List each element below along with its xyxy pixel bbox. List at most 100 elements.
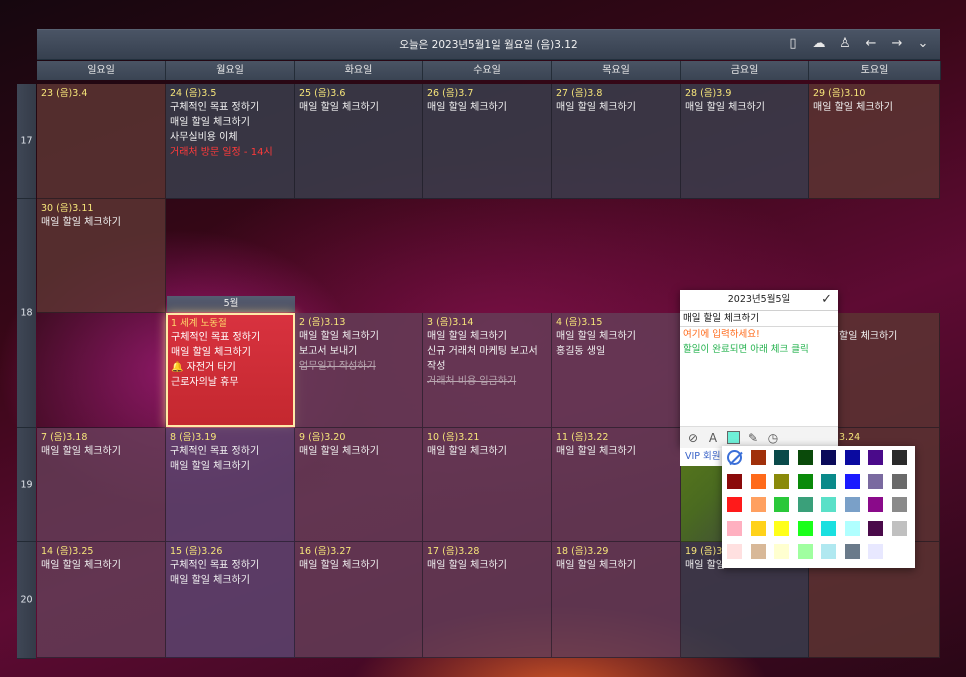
color-swatch[interactable] [868, 520, 883, 536]
event-item[interactable]: 할일 체크하기 [839, 329, 935, 344]
day-cell[interactable]: 8 (음)3.19 구체적인 목표 정하기 매일 할일 체크하기 [166, 428, 295, 542]
color-swatch[interactable] [774, 544, 789, 559]
event-item[interactable]: 거래처 비용 입금하기 [427, 374, 547, 389]
day-cell[interactable]: 30 (음)3.11 매일 할일 체크하기 [37, 199, 166, 313]
day-cell[interactable]: 25 (음)3.6 매일 할일 체크하기 [295, 84, 423, 199]
color-swatch[interactable] [844, 544, 860, 559]
event-item[interactable]: 매일 할일 체크하기 [41, 215, 161, 230]
event-item[interactable]: 근로자의날 휴무 [171, 375, 290, 390]
day-cell[interactable]: 24 (음)3.5 구체적인 목표 정하기 매일 할일 체크하기 사무실비용 이… [166, 84, 295, 199]
event-item[interactable]: 매일 할일 체크하기 [427, 329, 547, 344]
day-cell[interactable]: 28 (음)3.9 매일 할일 체크하기 [681, 84, 809, 199]
color-swatch[interactable] [821, 450, 836, 465]
color-swatch[interactable] [821, 497, 836, 512]
event-item[interactable]: 매일 할일 체크하기 [170, 115, 290, 130]
color-swatch[interactable] [750, 544, 766, 559]
day-cell[interactable]: 17 (음)3.28 매일 할일 체크하기 [423, 542, 552, 658]
color-swatch[interactable] [891, 497, 907, 512]
event-item[interactable]: 매일 할일 체크하기 [813, 100, 935, 115]
day-cell[interactable]: 16 (음)3.27 매일 할일 체크하기 [295, 542, 423, 658]
event-item[interactable]: 🔔 자전거 타기 [171, 360, 290, 375]
color-swatch[interactable] [891, 450, 907, 465]
event-item[interactable]: 구체적인 목표 정하기 [170, 558, 290, 573]
event-item[interactable]: 매일 할일 체크하기 [685, 100, 804, 115]
event-item[interactable]: 매일 할일 체크하기 [556, 558, 676, 573]
event-item[interactable]: 업무일지 작성하기 [299, 359, 418, 374]
day-cell[interactable]: 9 (음)3.20 매일 할일 체크하기 [295, 428, 423, 542]
color-swatch[interactable] [821, 544, 836, 559]
phone-icon[interactable]: ▯ [784, 34, 802, 52]
chevron-down-icon[interactable]: ⌄ [914, 34, 932, 52]
day-cell[interactable]: 10 (음)3.21 매일 할일 체크하기 [423, 428, 552, 542]
check-circle-icon[interactable]: ⊘ [685, 430, 701, 446]
event-item[interactable]: 매일 할일 체크하기 [556, 329, 676, 344]
event-item[interactable]: 매일 할일 체크하기 [556, 444, 676, 459]
color-swatch[interactable] [797, 450, 813, 465]
event-item[interactable]: 매일 할일 체크하기 [170, 459, 290, 474]
event-item[interactable]: 매일 할일 체크하기 [170, 573, 290, 588]
event-item[interactable]: 보고서 보내기 [299, 344, 418, 359]
background-color-icon[interactable] [725, 430, 741, 446]
day-cell[interactable]: 7 (음)3.18 매일 할일 체크하기 [37, 428, 166, 542]
event-item[interactable]: 매일 할일 체크하기 [41, 558, 161, 573]
color-swatch[interactable] [868, 497, 883, 512]
color-swatch[interactable] [797, 544, 813, 559]
clock-icon[interactable]: ◷ [765, 430, 781, 446]
event-item[interactable]: 작성 [427, 359, 547, 374]
color-swatch[interactable] [727, 544, 742, 559]
day-cell[interactable]: 18 (음)3.29 매일 할일 체크하기 [552, 542, 681, 658]
event-item[interactable]: 거래처 방문 일정 - 14시 [170, 145, 290, 160]
color-swatch[interactable] [797, 520, 813, 536]
color-swatch[interactable] [774, 520, 789, 536]
day-cell[interactable]: 3 (음)3.14 매일 할일 체크하기 신규 거래처 마케팅 보고서 작성 거… [423, 313, 552, 428]
event-item[interactable]: 구체적인 목표 정하기 [170, 100, 290, 115]
editor-line[interactable]: 매일 할일 체크하기 [680, 311, 838, 327]
event-item[interactable]: 매일 할일 체크하기 [171, 345, 290, 360]
arrow-right-icon[interactable]: → [888, 34, 906, 52]
day-cell[interactable] [37, 313, 166, 428]
color-swatch[interactable] [844, 520, 860, 536]
day-cell[interactable]: 4 (음)3.15 매일 할일 체크하기 홍길동 생일 [552, 313, 681, 428]
day-cell[interactable]: 14 (음)3.25 매일 할일 체크하기 [37, 542, 166, 658]
event-item[interactable]: 매일 할일 체크하기 [556, 100, 676, 115]
color-swatch[interactable] [797, 473, 813, 489]
day-cell-selected[interactable]: 1 세계 노동절 구체적인 목표 정하기 매일 할일 체크하기 🔔 자전거 타기… [166, 313, 295, 427]
event-item[interactable]: 매일 할일 체크하기 [41, 444, 161, 459]
color-swatch[interactable] [844, 497, 860, 512]
color-swatch[interactable] [774, 450, 789, 465]
edit-note-icon[interactable]: ✎ [745, 430, 761, 446]
day-cell[interactable]: 23 (음)3.4 [37, 84, 166, 199]
day-cell[interactable]: 27 (음)3.8 매일 할일 체크하기 [552, 84, 681, 199]
color-swatch[interactable] [891, 544, 907, 559]
event-item[interactable]: 매일 할일 체크하기 [299, 329, 418, 344]
event-item[interactable]: 매일 할일 체크하기 [427, 558, 547, 573]
editor-hint-line[interactable]: 할일이 완료되면 아래 체크 클릭 [680, 342, 838, 357]
event-item[interactable]: 매일 할일 체크하기 [299, 558, 418, 573]
color-swatch[interactable] [727, 520, 742, 536]
day-cell[interactable]: 26 (음)3.7 매일 할일 체크하기 [423, 84, 552, 199]
day-cell[interactable]: 2 (음)3.13 매일 할일 체크하기 보고서 보내기 업무일지 작성하기 [295, 313, 423, 428]
color-swatch[interactable] [774, 473, 789, 489]
event-item[interactable]: 신규 거래처 마케팅 보고서 [427, 344, 547, 359]
cloud-check-icon[interactable]: ☁ [810, 34, 828, 52]
event-item[interactable]: 사무실비용 이체 [170, 130, 290, 145]
event-item[interactable]: 홍길동 생일 [556, 344, 676, 359]
color-swatch[interactable] [727, 473, 742, 489]
color-swatch[interactable] [821, 520, 836, 536]
color-swatch[interactable] [727, 497, 742, 512]
event-item[interactable]: 구체적인 목표 정하기 [171, 330, 290, 345]
color-swatch[interactable] [891, 520, 907, 536]
color-swatch[interactable] [868, 450, 883, 465]
color-swatch[interactable] [844, 473, 860, 489]
arrow-left-icon[interactable]: ← [862, 34, 880, 52]
no-color-icon[interactable] [727, 450, 742, 465]
event-item[interactable]: 구체적인 목표 정하기 [170, 444, 290, 459]
color-swatch[interactable] [750, 497, 766, 512]
color-swatch[interactable] [868, 544, 883, 559]
day-cell[interactable]: 29 (음)3.10 매일 할일 체크하기 [809, 84, 940, 199]
user-icon[interactable]: ♙ [836, 34, 854, 52]
text-color-icon[interactable]: A [705, 430, 721, 446]
color-swatch[interactable] [750, 450, 766, 465]
color-swatch[interactable] [821, 473, 836, 489]
color-swatch[interactable] [797, 497, 813, 512]
